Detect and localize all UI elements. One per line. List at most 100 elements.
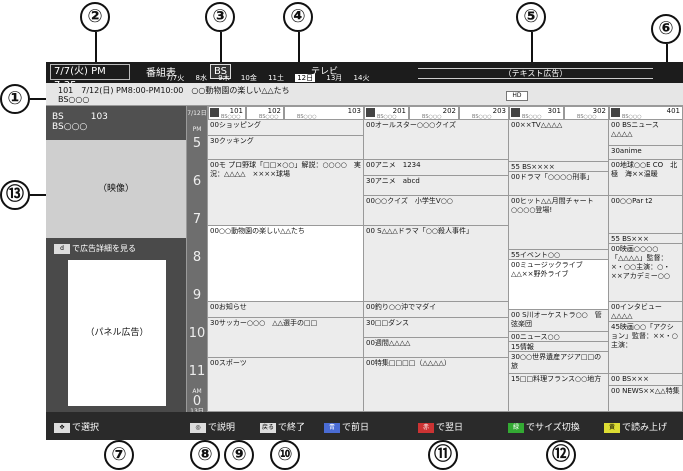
callout-10: ⑩ [270, 440, 300, 470]
program-cell[interactable]: 00 BS××× [609, 374, 683, 386]
program-guide-header: 7/7(火) PM 7:35 番組表 BS テレビ 7/7火 8水 9木 10金… [46, 62, 683, 91]
hour-label: 7 [192, 212, 202, 227]
callout-13: ⑬ [0, 180, 30, 210]
program-cell[interactable]: 00○○Par t2 [609, 196, 683, 234]
hour-label: 10 [188, 326, 206, 341]
ad-detail-hint: d で広告詳細を見る [54, 243, 136, 254]
program-cell[interactable]: 00ヒット△△月間チャート○○○○登場! [509, 196, 609, 250]
program-cell[interactable]: 00インタビュー△△△△ [609, 302, 683, 322]
text-ad-banner[interactable]: （テキスト広告） [418, 68, 653, 79]
selected-channel-name: BS○○○ [58, 95, 90, 104]
day-tab[interactable]: 14火 [354, 74, 370, 82]
channel-logo-icon [210, 108, 219, 117]
program-cell[interactable]: 45映画○○「アクション」監督：××・○主演： [609, 322, 683, 374]
exit-hint: 戻る で終了 [260, 422, 306, 433]
prev-day-hint: 青で前日 [324, 420, 369, 433]
program-cell[interactable]: 00 S川オーケストラ○○ 管弦楽団 [509, 310, 609, 332]
panel-ad[interactable]: （パネル広告） [68, 260, 166, 406]
program-cell[interactable]: 00ドラマ「○○○○刑事」 [509, 172, 609, 196]
time-date-top: 7/12日 [187, 110, 207, 117]
program-cell[interactable]: 00 BSニュース△△△△ [609, 120, 683, 146]
program-cell[interactable]: 30○○世界遺産アジア□□の旅 [509, 352, 609, 374]
channel-header-103[interactable]: 103 BS○○○ [284, 106, 364, 120]
program-cell[interactable]: 00アニメ 1234 [364, 160, 509, 176]
program-cell[interactable]: 00ショッピング [208, 120, 364, 136]
program-cell[interactable]: 00オールスター○○○クイズ [364, 120, 509, 160]
program-cell[interactable]: 30クッキング [208, 136, 364, 160]
leader-line [95, 32, 97, 64]
channel-header-401[interactable]: 401 BS○○○ [609, 106, 683, 120]
next-day-hint: 赤で翌日 [418, 420, 463, 433]
hour-label: 5 [192, 136, 202, 151]
time-column: 7/12日 PM 5 6 7 8 9 10 11 AM 0 13日 [187, 106, 207, 415]
program-cell[interactable]: 00××TV△△△△ [509, 120, 609, 162]
explain-hint: ◎ で説明 [190, 420, 235, 433]
program-cell[interactable]: 15□□料理フランス○○地方 [509, 374, 609, 412]
program-cell[interactable]: 00特集□□□□（△△△△） [364, 358, 509, 412]
program-cell[interactable]: 15情報 [509, 342, 609, 352]
program-cell[interactable]: 00映画○○○○「△△△△」監督：×・○○主演：○・××アカデミー○○ [609, 244, 683, 302]
channel-logo-icon [511, 108, 520, 117]
current-channel-panel: BS 103 BS○○○ [46, 106, 186, 140]
size-toggle-hint: 緑でサイズ切換 [508, 420, 580, 433]
panel-ad-area: d で広告詳細を見る （パネル広告） [46, 238, 186, 412]
channel-header-102[interactable]: 102 BS○○○ [246, 106, 284, 120]
program-cell[interactable]: 00ニュース○○ [509, 332, 609, 342]
program-cell[interactable]: 00週間△△△△ [364, 338, 509, 358]
program-cell[interactable]: 30アニメ abcd [364, 176, 509, 196]
current-channel-label: BS 103 [52, 112, 108, 122]
channel-header-203[interactable]: 203 BS○○○ [459, 106, 509, 120]
program-cell-selected[interactable]: 00○○動物園の楽しい△△たち [208, 226, 364, 302]
program-cell[interactable]: 00 S△△△ドラマ「○○殺人事件」 [364, 226, 509, 302]
callout-12: ⑫ [546, 440, 576, 470]
select-hint: ✥ で選択 [54, 420, 99, 433]
program-cell[interactable]: 00モ プロ野球「□□×○○」解説：○○○○ 実況：△△△△ ××××球場 [208, 160, 364, 226]
callout-5: ⑤ [516, 2, 546, 32]
current-date-time: 7/7(火) PM 7:35 [50, 64, 130, 91]
channel-header-101[interactable]: 101 BS○○○ [208, 106, 246, 120]
channel-header-301[interactable]: 301 BS○○○ [509, 106, 564, 120]
program-cell[interactable]: 00○○クイズ 小学生V○○ [364, 196, 509, 226]
blue-key: 青 [324, 422, 340, 433]
callout-8: ⑧ [190, 440, 220, 470]
video-preview: （映像） [46, 140, 186, 238]
program-cell[interactable]: 30サッカー○○○ △△選手の□□ [208, 318, 364, 358]
callout-4: ④ [283, 2, 313, 32]
program-cell[interactable]: 30anime [609, 146, 683, 160]
red-key: 赤 [418, 422, 434, 433]
program-cell[interactable]: 55 BS××× [609, 234, 683, 244]
program-cell[interactable]: 00ミュージックライブ △△××野外ライブ [509, 260, 609, 310]
day-tab-selected[interactable]: 12日 [295, 74, 316, 82]
program-cell[interactable]: 00お知らせ [208, 302, 364, 318]
d-button-icon: d [54, 243, 70, 254]
program-cell[interactable]: 00スポーツ [208, 358, 364, 412]
channel-header-201[interactable]: 201 BS○○○ [364, 106, 409, 120]
program-cell[interactable]: 00地球○○E CO 北極 海××温暖 [609, 160, 683, 196]
callout-1: ① [0, 84, 30, 114]
day-tab[interactable]: 8水 [196, 74, 207, 82]
day-selector[interactable]: 7/7火 8水 9木 10金 11土 12日 13月 14火 [166, 73, 378, 83]
current-channel-sub: BS○○○ [52, 122, 88, 132]
callout-11: ⑪ [428, 440, 458, 470]
day-tab[interactable]: 11土 [268, 74, 284, 82]
callout-6: ⑥ [651, 14, 681, 44]
channel-header-202[interactable]: 202 BS○○○ [409, 106, 459, 120]
day-tab[interactable]: 7/7火 [166, 74, 184, 82]
program-cell[interactable]: 55 BS×××× [509, 162, 609, 172]
channel-header-302[interactable]: 302 BS○○○ [564, 106, 609, 120]
channel-logo-icon [611, 108, 620, 117]
callout-3: ③ [205, 2, 235, 32]
day-tab[interactable]: 13月 [326, 74, 342, 82]
day-tab[interactable]: 10金 [241, 74, 257, 82]
hour-label: 11 [188, 364, 206, 379]
callout-7: ⑦ [104, 440, 134, 470]
dpad-icon: ✥ [54, 422, 70, 433]
program-cell[interactable]: 00 NEWS××△△特集 [609, 386, 683, 412]
time-pm-label: PM [192, 126, 202, 133]
program-cell[interactable]: 30□□ダンス [364, 318, 509, 338]
program-cell[interactable]: 00釣り○○沖でマダイ [364, 302, 509, 318]
program-cell[interactable]: 55イベント○○ [509, 250, 609, 260]
yellow-key: 黄 [604, 422, 620, 433]
callout-9: ⑨ [224, 440, 254, 470]
day-tab[interactable]: 9木 [218, 74, 229, 82]
